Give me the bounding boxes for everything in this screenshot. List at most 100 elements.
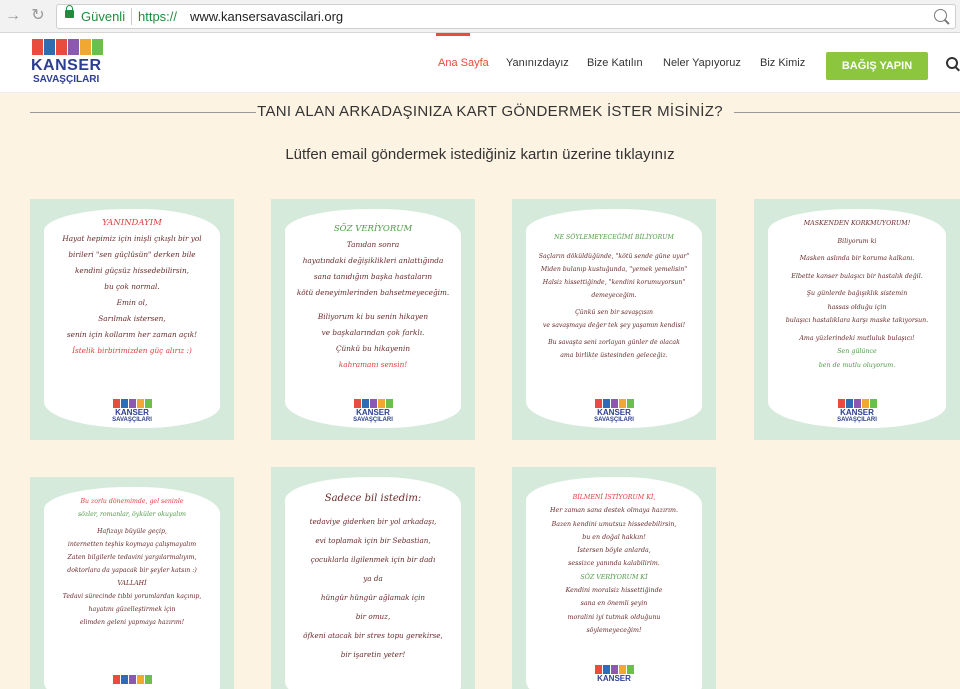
card-line: Ama yüzlerindeki mutluluk bulaşıcı! (799, 334, 915, 342)
person-figure-icon (385, 399, 393, 408)
card-line: elimden geleni yapmaya hazırım! (79, 619, 185, 626)
zoom-icon[interactable] (934, 9, 947, 22)
page-subheading: Lütfen email göndermek istediğiniz kartı… (285, 146, 675, 163)
headline-rule-right (734, 112, 960, 113)
card-line: Tanıdan sonra (346, 240, 400, 249)
card-line: Her zaman sana destek olmaya hazırım. (550, 507, 678, 515)
person-figure-icon (136, 399, 144, 408)
card-soz-veriyorum[interactable]: SÖZ VERİYORUM Tanıdan sonra hayatındaki … (271, 199, 475, 440)
person-figure-icon (602, 665, 610, 674)
card-line: Bu savaşta seni zorlayan günler de olaca… (548, 339, 680, 346)
card-line: söylemeyeceğim! (586, 626, 642, 634)
card-line: moralini iyi tutmak olduğunu (567, 613, 661, 621)
card-line: Şu günlerde bağışıklık sistemin (806, 290, 908, 297)
person-figure-icon (861, 399, 869, 408)
search-icon[interactable] (946, 57, 958, 69)
person-figure-icon (112, 675, 120, 684)
card-title: BİLMENİ İSTİYORUM Kİ, (572, 494, 656, 501)
person-figure-icon (128, 675, 136, 684)
person-figure-icon (626, 665, 634, 674)
card-title: MASKENDEN KORKMUYORUM! (803, 220, 911, 227)
card-birlikte-okuyalim[interactable]: Bu zorlu dönemimde, gel seninle sözler, … (30, 477, 234, 689)
card-line: bu çok normal. (104, 282, 160, 291)
person-figure-icon (56, 39, 67, 55)
card-line: öfkeni atacak bir stres topu gerekirse, (303, 631, 443, 640)
card-line: Miden bulanıp kustuğunda, "yemek yemelis… (540, 266, 688, 273)
url-host: www.kansersavascilari.org (190, 9, 344, 24)
card-ne-soylemeyecegimi[interactable]: NE SÖYLEMEYECEĞİMİ BİLİYORUM Saçların dö… (512, 199, 716, 440)
card-text: BİLMENİ İSTİYORUM Kİ, Her zaman sana des… (528, 491, 700, 637)
card-line: ya da (363, 574, 383, 583)
card-logo: KANSER (591, 665, 637, 689)
card-line: İstersen böyle anlarda, (577, 547, 651, 555)
card-text: MASKENDEN KORKMUYORUM! Biliyorum ki Mask… (770, 217, 944, 372)
person-figure-icon (853, 399, 861, 408)
card-line: VALLAHİ (117, 580, 147, 587)
person-figure-icon (144, 399, 152, 408)
nav-neler-yapiyoruz[interactable]: Neler Yapıyoruz (663, 33, 741, 93)
card-line: Hafızayı büyüle geçip, (97, 528, 167, 535)
card-line: Çünkü sen bir savaşçısın (575, 309, 653, 316)
card-line: sözler, romanlar, öyküler okuyalım (77, 511, 187, 518)
person-figure-icon (377, 399, 385, 408)
card-line: Halsiz hissettiğinde, "kendini korumuyor… (542, 279, 686, 286)
browser-toolbar: → ↻ Güvenli https:// www.kansersavascila… (0, 0, 960, 33)
nav-biz-kimiz[interactable]: Biz Kimiz (760, 33, 805, 93)
person-figure-icon (80, 39, 91, 55)
card-text: YANINDAYIM Hayat hepimiz için inişli çık… (50, 215, 214, 359)
card-subtitle: SÖZ VERİYORUM Kİ (580, 573, 648, 581)
nav-ana-sayfa[interactable]: Ana Sayfa (438, 33, 489, 93)
card-logo-word1: KANSER (356, 408, 390, 417)
card-line: evi toplamak için bir Sebastian, (315, 536, 431, 545)
card-line: kahramanı sensin! (338, 360, 408, 369)
person-figure-icon (626, 399, 634, 408)
card-line: sana tanıdığım başka hastaların (313, 272, 433, 281)
card-logo: KANSER SAVAŞÇILARI (834, 399, 880, 425)
site-logo[interactable]: KANSER SAVAŞÇILARI (30, 39, 110, 89)
person-figure-icon (144, 675, 152, 684)
person-figure-icon (136, 675, 144, 684)
person-figure-icon (869, 399, 877, 408)
person-figure-icon (32, 39, 43, 55)
donate-button[interactable]: BAĞIŞ YAPIN (826, 52, 928, 80)
card-line: Emin ol, (116, 298, 148, 307)
person-figure-icon (618, 399, 626, 408)
card-line: senin için kollarım her zaman açık! (66, 330, 198, 339)
person-figure-icon (594, 399, 602, 408)
card-line: ve savaşmaya değer tek şey yaşamın kendi… (542, 322, 686, 329)
card-line: hüngür hüngür ağlamak için (320, 593, 426, 602)
card-line: sana en önemli şeyin (580, 600, 648, 608)
card-line: hassas olduğu için (827, 303, 887, 311)
card-line: bulaşıcı hastalıklara karşı maske takıyo… (785, 317, 929, 324)
secure-label: Güvenli (81, 9, 126, 24)
card-line: Saçların döküldüğünde, "kötü sende güne … (538, 253, 690, 260)
person-figure-icon (92, 39, 103, 55)
address-bar[interactable]: Güvenli https:// www.kansersavascilari.o… (56, 4, 956, 29)
card-logo-word1: KANSER (115, 408, 149, 417)
card-logo-people-icon (834, 399, 880, 408)
card-line: Bu zorlu dönemimde, gel seninle (80, 498, 184, 505)
card-logo-people-icon (109, 399, 155, 408)
card-sadece-bil-istedim[interactable]: Sadece bil istedim: tedaviye giderken bi… (271, 467, 475, 689)
person-figure-icon (845, 399, 853, 408)
card-bilmeni-istiyorum[interactable]: BİLMENİ İSTİYORUM Kİ, Her zaman sana des… (512, 467, 716, 689)
card-line: Sen gülünce (837, 348, 877, 355)
card-logo-word1: KANSER (840, 408, 874, 417)
person-figure-icon (837, 399, 845, 408)
logo-word-kanser: KANSER (31, 57, 102, 74)
person-figure-icon (128, 399, 136, 408)
person-figure-icon (120, 675, 128, 684)
card-title: YANINDAYIM (102, 218, 162, 228)
page-headline: TANI ALAN ARKADAŞINIZA KART GÖNDERMEK İS… (257, 103, 723, 120)
card-maskenden-korkmuyorum[interactable]: MASKENDEN KORKMUYORUM! Biliyorum ki Mask… (754, 199, 960, 440)
nav-yaninizdayiz[interactable]: Yanınızdayız (506, 33, 569, 93)
forward-arrow-icon[interactable]: → (3, 6, 23, 26)
reload-icon[interactable]: ↻ (28, 6, 48, 26)
card-line: bir işaretin yeter! (340, 650, 406, 659)
nav-bize-katilin[interactable]: Bize Katılın (587, 33, 643, 93)
person-figure-icon (353, 399, 361, 408)
card-logo-word1: KANSER (597, 674, 631, 683)
card-line: kendini güçsüz hissedebilirsin, (75, 266, 189, 275)
card-line: Biliyorum ki bu senin hikayen (317, 312, 429, 321)
card-yanindayim[interactable]: YANINDAYIM Hayat hepimiz için inişli çık… (30, 199, 234, 440)
